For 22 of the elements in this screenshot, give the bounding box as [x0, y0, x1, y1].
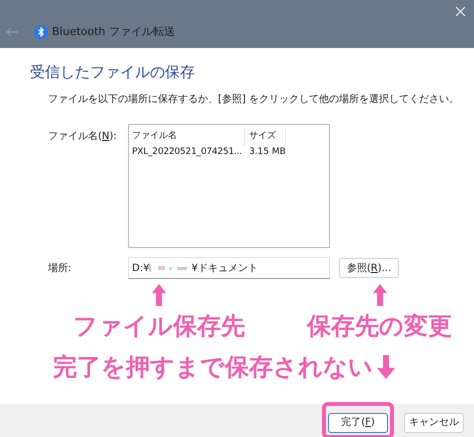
- finish-button[interactable]: 完了(F): [328, 412, 388, 433]
- up-arrow-icon: [152, 284, 166, 306]
- instruction-text: ファイルを以下の場所に保存するか、[参照] をクリックして他の場所を選択してください。: [48, 94, 460, 106]
- file-name-label: ファイル名(N):: [48, 130, 118, 144]
- up-arrow-icon: [372, 284, 386, 306]
- dialog-heading: 受信したファイルの保存: [30, 63, 196, 82]
- annotation-text: 保存先の変更: [307, 314, 452, 338]
- close-icon[interactable]: [455, 6, 466, 17]
- file-size-cell-text: 3.15 MB: [248, 146, 286, 159]
- location-label: 場所:: [48, 262, 72, 276]
- down-arrow-icon: [377, 355, 395, 380]
- column-header[interactable]: ファイル名: [132, 128, 245, 146]
- column-header[interactable]: サイズ: [244, 128, 286, 146]
- file-name-cell-text: PXL_20220521_074251...: [132, 146, 243, 159]
- bluetooth-icon: [34, 25, 48, 39]
- window-title: Bluetooth ファイル転送: [52, 24, 175, 40]
- annotation-text: 完了を押すまで保存されない: [53, 355, 373, 380]
- location-field[interactable]: D:¥ ¥ドキュメント: [128, 257, 330, 280]
- cancel-button[interactable]: キャンセル: [404, 412, 464, 433]
- annotation-text: ファイル保存先: [73, 314, 245, 338]
- file-list[interactable]: ファイル名 サイズ PXL_20220521_074251... 3.15 MB: [128, 124, 330, 248]
- browse-button[interactable]: 参照(R)...: [339, 258, 399, 278]
